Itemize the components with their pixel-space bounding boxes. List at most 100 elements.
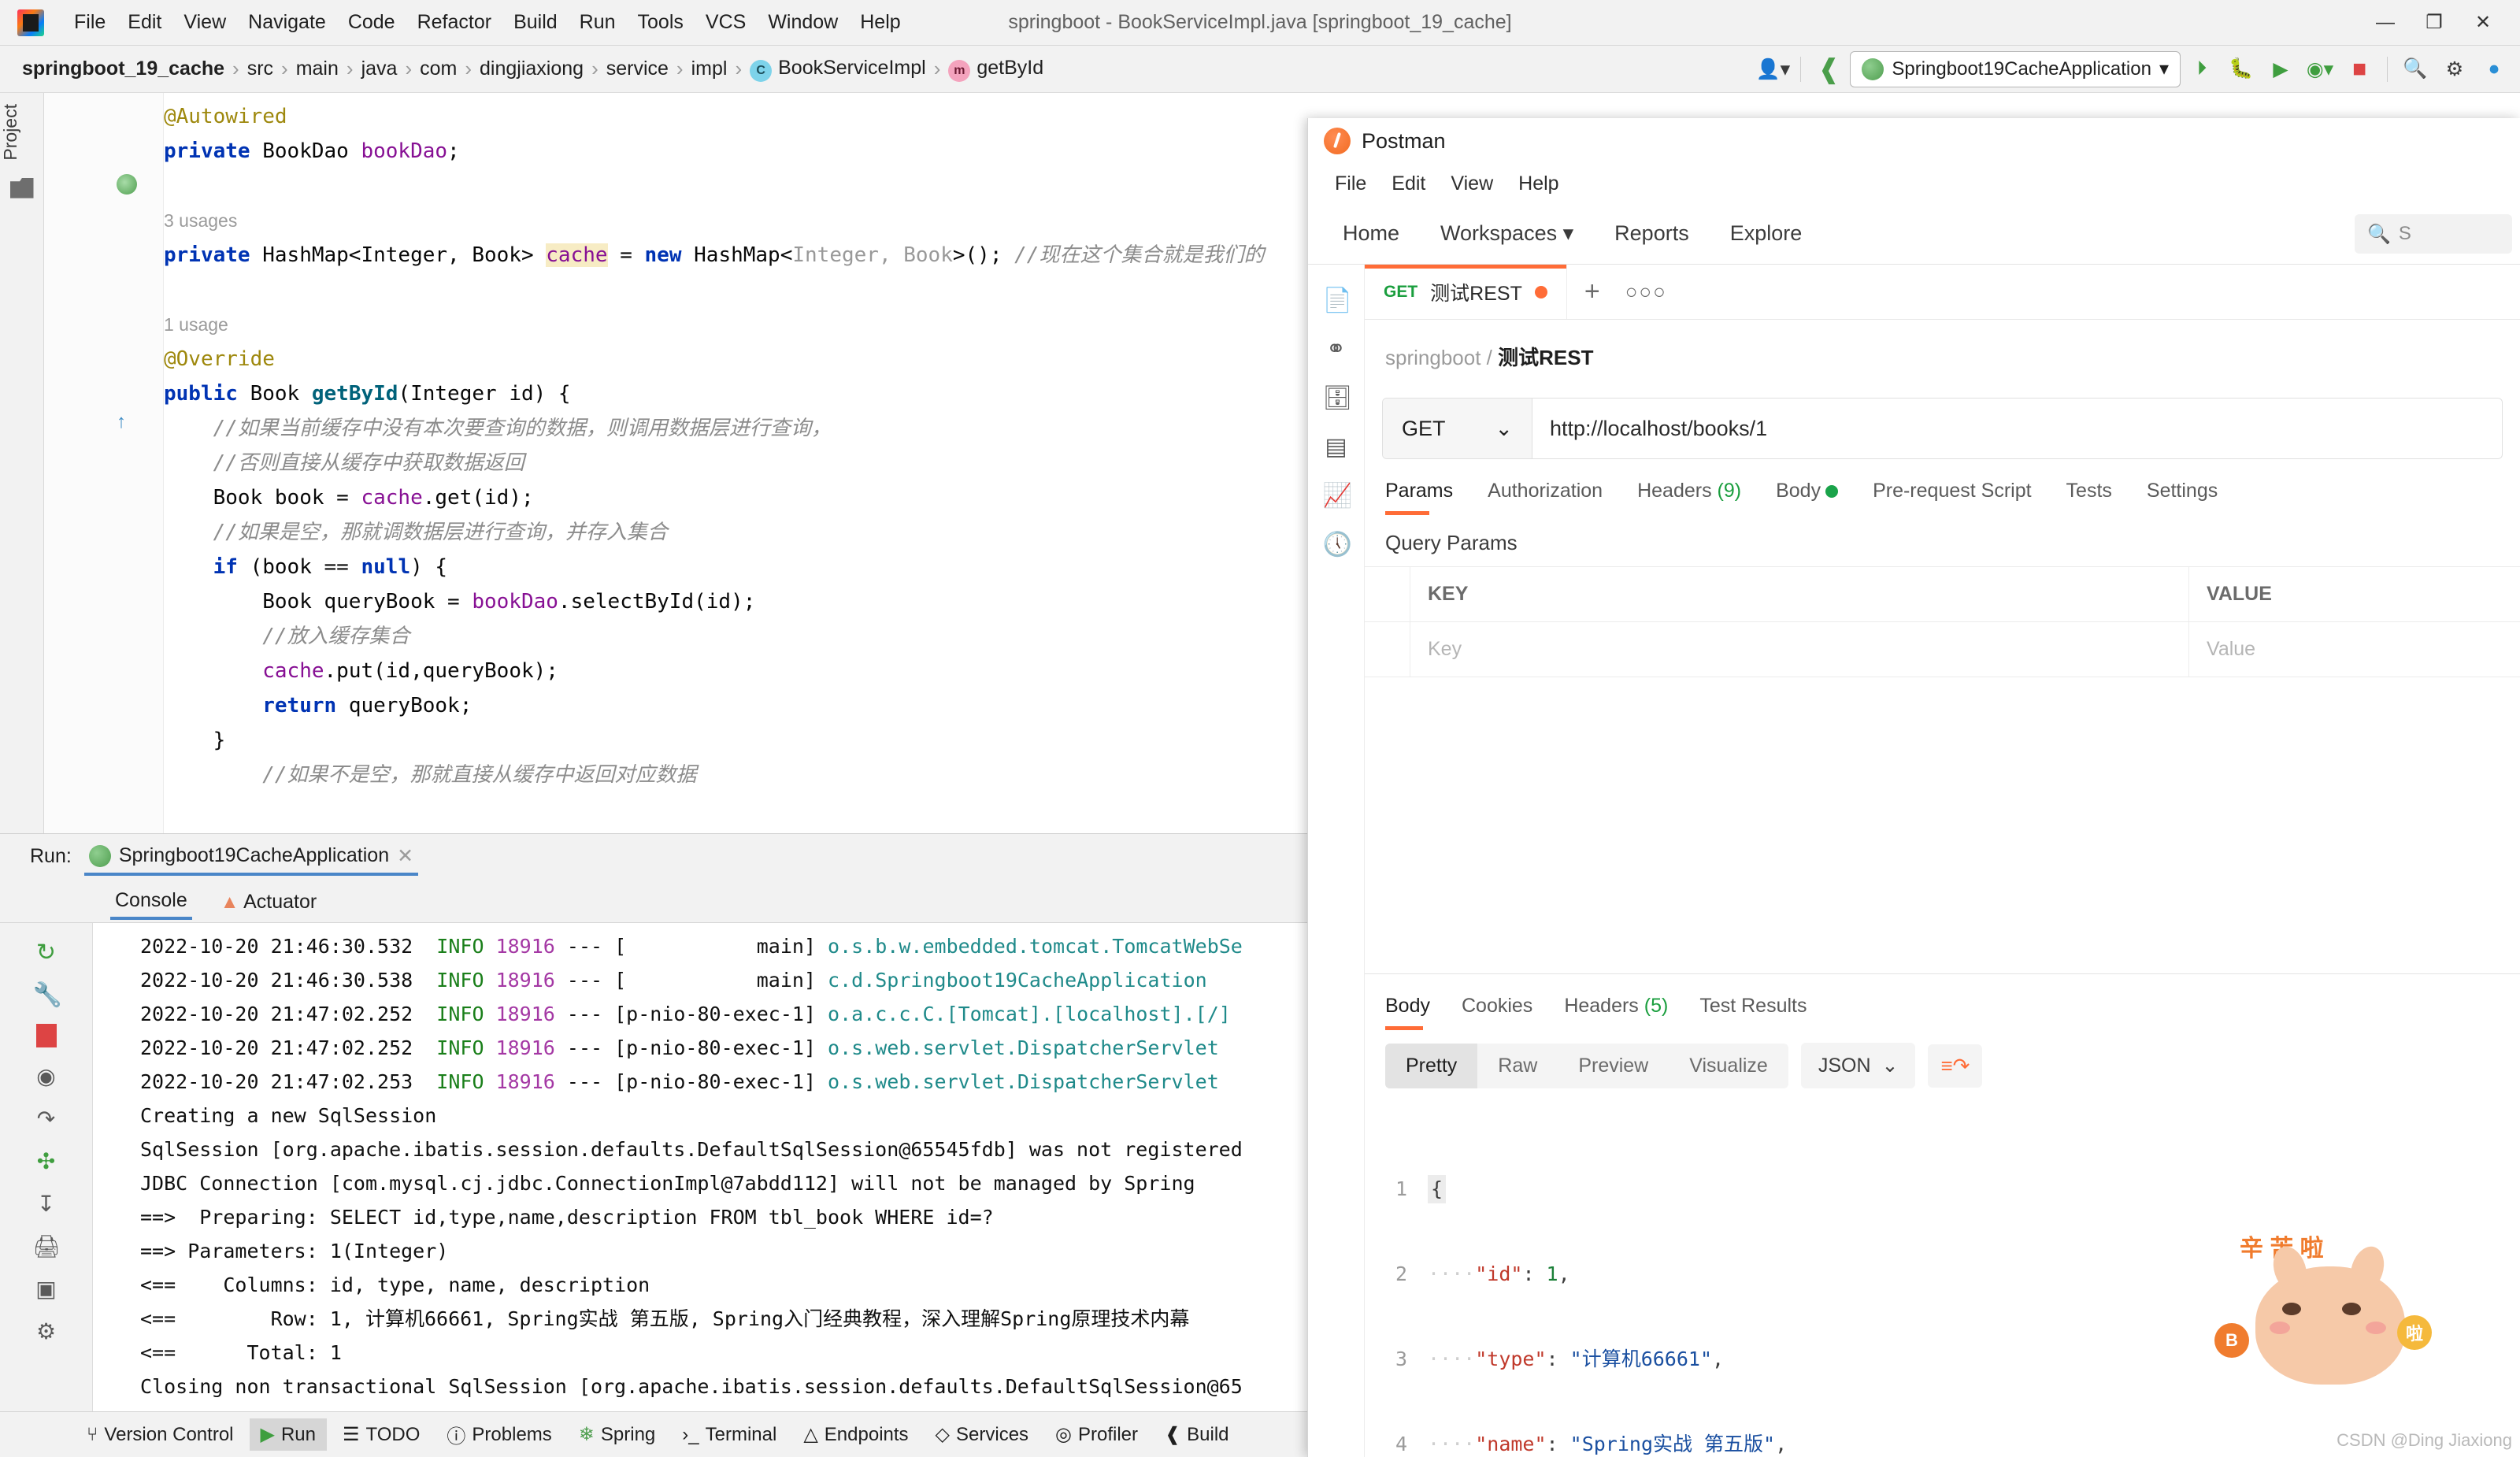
tab-test-results[interactable]: Test Results	[1699, 995, 1807, 1027]
run-configuration-selector[interactable]: Springboot19CacheApplication ▾	[1850, 50, 2181, 87]
breadcrumb[interactable]: springboot_19_cache › src › main › java …	[16, 57, 1050, 82]
usage-hint[interactable]: 1 usage	[164, 314, 228, 335]
user-icon[interactable]: 👤▾	[1755, 51, 1791, 87]
menu-tools[interactable]: Tools	[627, 6, 695, 39]
back-icon[interactable]: ❰	[1810, 51, 1847, 87]
wrap-lines-icon[interactable]: ≡↷	[1928, 1044, 1983, 1088]
view-mode-preview[interactable]: Preview	[1558, 1044, 1669, 1088]
menu-edit[interactable]: Edit	[1379, 169, 1438, 198]
response-view-toolbar[interactable]: Pretty Raw Preview Visualize JSON ⌄ ≡↷	[1365, 1027, 2520, 1104]
tab-options-icon[interactable]: ○○○	[1618, 265, 1675, 319]
row-checkbox[interactable]	[1365, 622, 1410, 677]
breadcrumb-project[interactable]: springboot_19_cache	[16, 57, 231, 80]
tab-actuator[interactable]: ▲ Actuator	[216, 883, 321, 918]
menu-view[interactable]: View	[172, 6, 237, 39]
tool-window-project[interactable]: Project	[0, 104, 44, 161]
menu-code[interactable]: Code	[337, 6, 406, 39]
menu-edit[interactable]: Edit	[117, 6, 172, 39]
mock-servers-icon[interactable]: ▤	[1323, 433, 1350, 460]
view-mode-group[interactable]: Pretty Raw Preview Visualize	[1385, 1043, 1788, 1088]
param-key-input[interactable]: Key	[1410, 622, 2189, 677]
apis-icon[interactable]: ⚭	[1323, 336, 1350, 362]
breadcrumb-method[interactable]: m getById	[942, 57, 1050, 82]
tab-body[interactable]: Body	[1776, 480, 1839, 512]
scroll-to-end-icon[interactable]: ↧	[33, 1191, 60, 1218]
view-mode-pretty[interactable]: Pretty	[1385, 1043, 1478, 1088]
select-all-checkbox[interactable]	[1365, 567, 1410, 621]
menu-file[interactable]: File	[63, 6, 117, 39]
menu-help[interactable]: Help	[1506, 169, 1571, 198]
breadcrumb-class[interactable]: C BookServiceImpl	[743, 57, 932, 82]
menu-build[interactable]: Build	[502, 6, 569, 39]
monitors-icon[interactable]: 📈	[1323, 482, 1352, 509]
bottom-tab-spring[interactable]: ❄ Spring	[568, 1418, 666, 1451]
breadcrumb-collection[interactable]: springboot	[1385, 346, 1480, 369]
menu-vcs[interactable]: VCS	[695, 6, 757, 39]
run-action-strip[interactable]: ↻ 🔧 ◉ ↷ ✣ ↧ 🖨 ▣ ⚙	[0, 923, 93, 1411]
bottom-tab-todo[interactable]: ☰ TODO	[332, 1418, 431, 1451]
postman-nav-bar[interactable]: Home Workspaces ▾ Reports Explore 🔍 S	[1308, 203, 2520, 265]
menu-view[interactable]: View	[1438, 169, 1506, 198]
wrench-icon[interactable]: 🔧	[33, 981, 62, 1008]
response-tab-bar[interactable]: Body Cookies Headers (5) Test Results	[1365, 974, 2520, 1030]
request-tab-ceshi-rest[interactable]: GET 测试REST	[1365, 265, 1567, 319]
collections-icon[interactable]: 📄	[1323, 287, 1352, 313]
postman-sidebar[interactable]: 📄 ⚭ 🗄 ▤ 📈 🕔	[1308, 265, 1365, 1457]
bottom-tab-profiler[interactable]: ◎ Profiler	[1044, 1418, 1149, 1451]
request-config-tabs[interactable]: Params Authorization Headers (9) Body Pr…	[1365, 459, 2520, 515]
bottom-tab-endpoints[interactable]: △ Endpoints	[792, 1418, 919, 1451]
menu-run[interactable]: Run	[569, 6, 627, 39]
camera-icon[interactable]: ◉	[33, 1063, 60, 1090]
ide-menu-bar[interactable]: File Edit View Navigate Code Refactor Bu…	[63, 6, 912, 39]
override-gutter-icon[interactable]: ↑	[117, 411, 126, 433]
bottom-tab-services[interactable]: ◇ Services	[925, 1418, 1040, 1451]
clear-all-icon[interactable]: ▣	[33, 1276, 60, 1303]
view-mode-raw[interactable]: Raw	[1477, 1044, 1558, 1088]
stop-icon[interactable]	[35, 1024, 57, 1047]
breadcrumb-service[interactable]: service	[600, 57, 675, 80]
breadcrumb-impl[interactable]: impl	[685, 57, 734, 80]
request-url-bar[interactable]: GET ⌄ http://localhost/books/1	[1382, 398, 2503, 459]
param-value-input[interactable]: Value	[2189, 622, 2520, 677]
tab-settings[interactable]: Settings	[2147, 480, 2218, 512]
nav-workspaces[interactable]: Workspaces ▾	[1420, 217, 1594, 250]
tab-cookies[interactable]: Cookies	[1462, 995, 1532, 1027]
editor-gutter[interactable]	[44, 93, 164, 833]
table-row[interactable]: Key Value	[1365, 622, 2520, 677]
bottom-tab-build[interactable]: ❰ Build	[1154, 1418, 1240, 1451]
bottom-tab-terminal[interactable]: ›_ Terminal	[671, 1419, 788, 1451]
http-method-select[interactable]: GET ⌄	[1383, 399, 1532, 458]
search-input[interactable]: 🔍 S	[2355, 214, 2512, 254]
tab-tests[interactable]: Tests	[2066, 480, 2112, 512]
menu-help[interactable]: Help	[849, 6, 911, 39]
minimize-button[interactable]: —	[2361, 6, 2410, 40]
tab-pre-request-script[interactable]: Pre-request Script	[1873, 480, 2031, 512]
print-icon[interactable]: 🖨	[33, 1233, 61, 1260]
tab-console[interactable]: Console	[110, 881, 192, 920]
nav-home[interactable]: Home	[1322, 217, 1420, 250]
run-icon[interactable]: ⏵	[2184, 51, 2220, 87]
usage-hint[interactable]: 3 usages	[164, 210, 237, 231]
url-input[interactable]: http://localhost/books/1	[1532, 399, 2502, 458]
menu-refactor[interactable]: Refactor	[406, 6, 502, 39]
postman-request-tab-bar[interactable]: GET 测试REST + ○○○	[1365, 265, 2520, 320]
postman-menu-bar[interactable]: File Edit View Help	[1308, 164, 2520, 203]
menu-file[interactable]: File	[1322, 169, 1379, 198]
bean-gutter-icon[interactable]	[117, 174, 137, 195]
tab-authorization[interactable]: Authorization	[1488, 480, 1603, 512]
breadcrumb-src[interactable]: src	[241, 57, 280, 80]
run-tab-springboot19cacheapplication[interactable]: Springboot19CacheApplication ✕	[83, 838, 419, 876]
profile-icon[interactable]: ◉▾	[2302, 51, 2338, 87]
window-controls[interactable]: — ❐ ✕	[2361, 6, 2507, 40]
close-button[interactable]: ✕	[2459, 6, 2507, 40]
bottom-tab-version-control[interactable]: ⑂ Version Control	[76, 1419, 245, 1451]
thread-dump-icon[interactable]: ✣	[33, 1148, 60, 1175]
close-icon[interactable]: ✕	[397, 844, 413, 868]
soft-wrap-icon[interactable]: ↷	[33, 1106, 60, 1133]
tab-response-headers[interactable]: Headers (5)	[1564, 995, 1668, 1027]
json-token[interactable]: {	[1428, 1175, 1447, 1203]
new-tab-button[interactable]: +	[1567, 265, 1618, 319]
tab-params[interactable]: Params	[1385, 480, 1453, 515]
breadcrumb-main[interactable]: main	[290, 57, 345, 80]
breadcrumb-dingjiaxiong[interactable]: dingjiaxiong	[473, 57, 590, 80]
